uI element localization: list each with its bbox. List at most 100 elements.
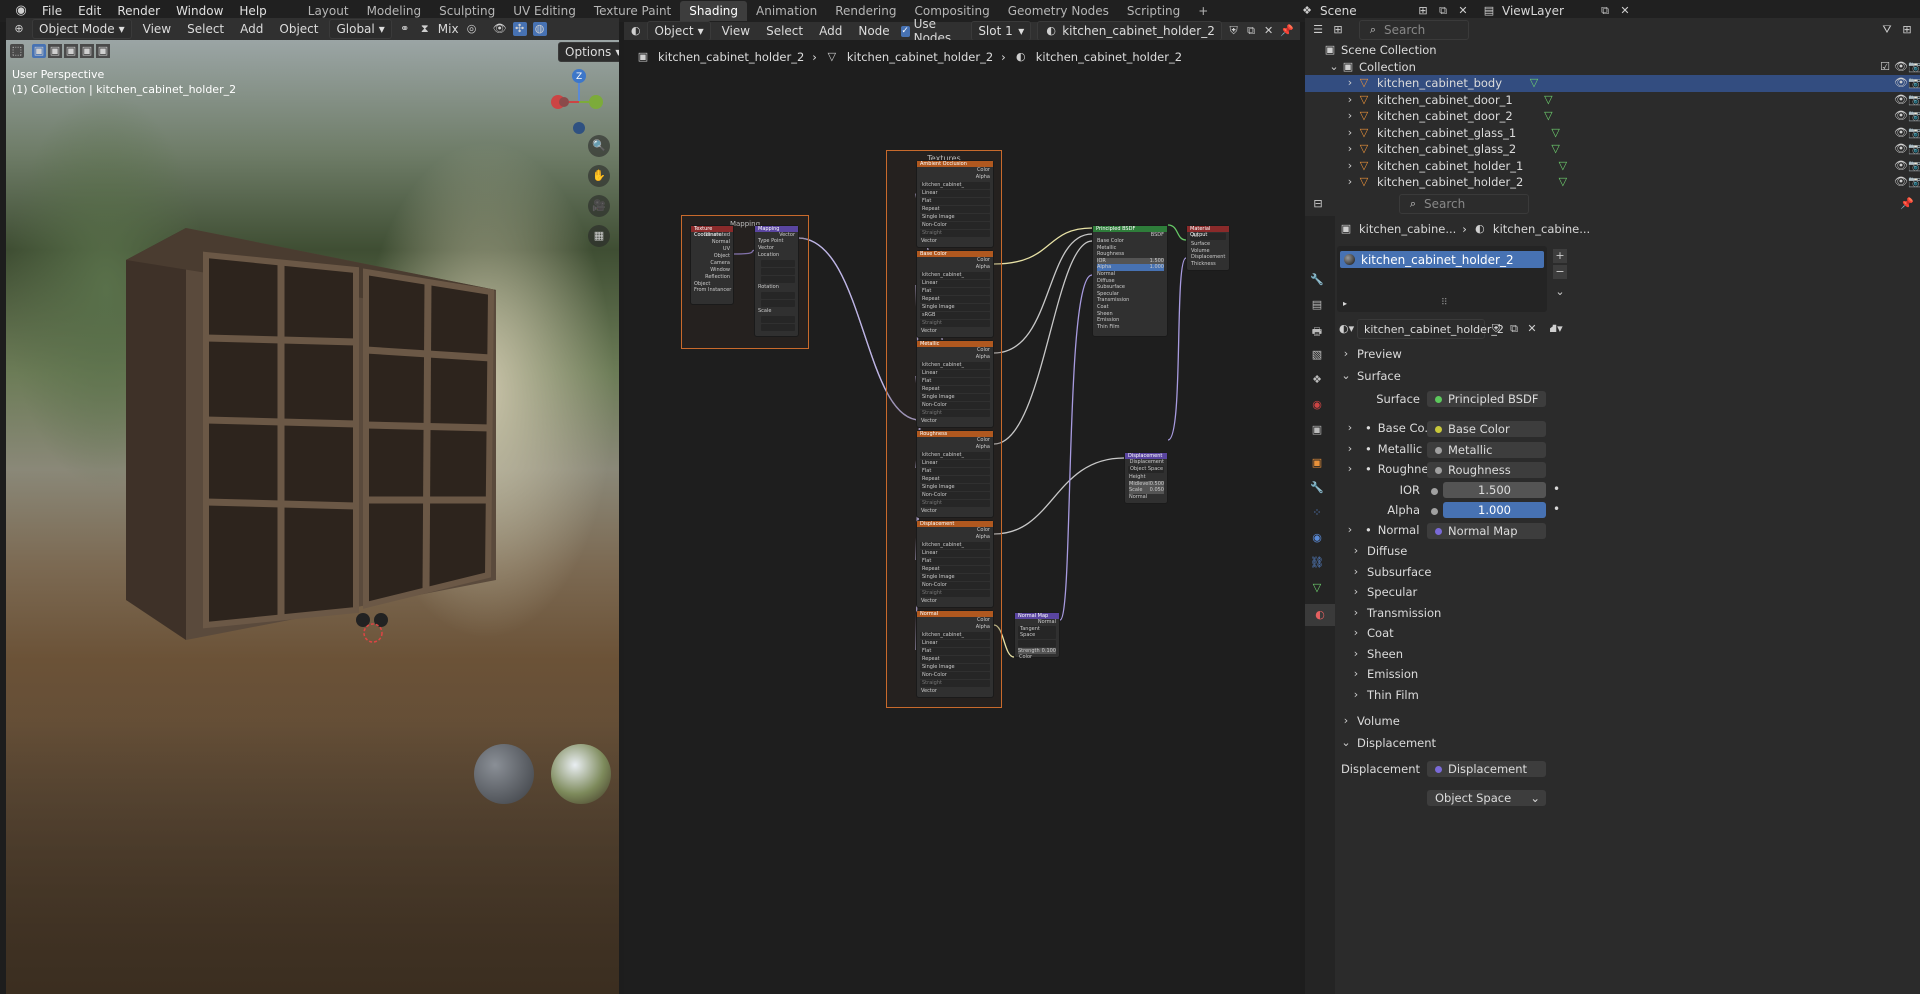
outliner-row[interactable]: › ▽ kitchen_cabinet_glass_2 ▽ 👁 📷 bbox=[1305, 141, 1920, 158]
interpolation-dropdown[interactable]: Linear bbox=[920, 370, 990, 377]
subpanel-label[interactable]: Subsurface bbox=[1097, 284, 1167, 291]
eye-icon[interactable]: 👁 bbox=[1894, 126, 1908, 140]
source-dropdown[interactable]: Single Image bbox=[920, 214, 990, 221]
select-tool-icon[interactable]: ⬚ bbox=[10, 44, 24, 58]
alpha-mode-dropdown[interactable]: Straight bbox=[920, 590, 990, 597]
node-editor-canvas[interactable]: ▣ kitchen_cabinet_holder_2 › ▽ kitchen_c… bbox=[624, 40, 1300, 994]
extension-dropdown[interactable]: Repeat bbox=[920, 476, 990, 483]
mode-dropdown[interactable]: Object Mode ▾ bbox=[32, 19, 132, 39]
world-icon[interactable]: ◉ bbox=[1309, 398, 1325, 414]
scale-field[interactable]: Scale 0.050 bbox=[1129, 487, 1164, 494]
image-texture-node[interactable]: Displacement Color Alpha kitchen_cabinet_ Li… bbox=[916, 520, 994, 608]
location-y-field[interactable] bbox=[761, 268, 795, 275]
select-new-icon[interactable]: ▣ bbox=[32, 44, 46, 58]
keyframe-dot-icon[interactable]: • bbox=[1553, 482, 1560, 496]
mapping-node[interactable]: Mapping Vector Type Point Vector Locatio… bbox=[754, 225, 799, 337]
projection-dropdown[interactable]: Flat bbox=[920, 558, 990, 565]
ior-field[interactable]: 1.500 bbox=[1443, 482, 1546, 498]
alpha-field[interactable]: Alpha 1.000 bbox=[1097, 264, 1164, 271]
pin-icon[interactable]: 📌 bbox=[1280, 24, 1294, 38]
scene-new-icon[interactable]: ⧉ bbox=[1436, 4, 1450, 18]
source-dropdown[interactable]: Single Image bbox=[920, 574, 990, 581]
source-dropdown[interactable]: Single Image bbox=[920, 304, 990, 311]
scene-name[interactable]: Scene bbox=[1320, 4, 1410, 18]
unlink-icon[interactable]: ✕ bbox=[1263, 24, 1274, 38]
proportional-edit-icon[interactable]: ◎ bbox=[465, 22, 479, 36]
select-invert-icon[interactable]: ▣ bbox=[80, 44, 94, 58]
menu-view[interactable]: View bbox=[717, 24, 755, 38]
surface-shader-field[interactable]: Principled BSDF bbox=[1427, 391, 1546, 407]
camera-render-icon[interactable]: 📷 bbox=[1908, 175, 1920, 189]
volume-panel-header[interactable]: › Volume bbox=[1339, 714, 1400, 728]
tab-animation[interactable]: Animation bbox=[747, 1, 826, 21]
viewlayer-icon[interactable]: ▤ bbox=[1482, 4, 1496, 18]
expand-chevron-icon[interactable]: › bbox=[1343, 109, 1357, 123]
colorspace-dropdown[interactable]: Non-Color bbox=[920, 492, 990, 499]
camera-render-icon[interactable]: 📷 bbox=[1908, 159, 1920, 173]
alpha-mode-dropdown[interactable]: Straight bbox=[920, 230, 990, 237]
texture-coordinate-node[interactable]: Texture Coordinate Generated Normal UV O… bbox=[690, 225, 734, 305]
image-selector[interactable]: kitchen_cabinet_ bbox=[920, 272, 990, 279]
base-color-row[interactable]: › • Base Co... bbox=[1343, 421, 1436, 435]
camera-render-icon[interactable]: 📷 bbox=[1908, 76, 1920, 90]
image-selector[interactable]: kitchen_cabinet_ bbox=[920, 362, 990, 369]
material-output-node[interactable]: Material Output All Surface Volume Displ… bbox=[1186, 225, 1230, 271]
scale-x-field[interactable] bbox=[761, 316, 795, 323]
menu-window[interactable]: Window bbox=[168, 4, 231, 18]
roughness-field[interactable]: Roughness bbox=[1427, 462, 1546, 478]
alpha-field[interactable]: 1.000 bbox=[1443, 502, 1546, 518]
tab-scripting[interactable]: Scripting bbox=[1118, 1, 1189, 21]
displacement-node[interactable]: Displacement Displacement Object Space H… bbox=[1124, 452, 1168, 504]
physics-icon[interactable]: ◉ bbox=[1309, 531, 1325, 547]
projection-dropdown[interactable]: Flat bbox=[920, 378, 990, 385]
eye-icon[interactable]: 👁 bbox=[1894, 159, 1908, 173]
menu-node[interactable]: Node bbox=[853, 24, 894, 38]
data-mesh-icon[interactable]: ▽ bbox=[1309, 581, 1325, 597]
outliner-row[interactable]: › ▽ kitchen_cabinet_door_2 ▽ 👁 📷 bbox=[1305, 108, 1920, 125]
gizmo-icon[interactable]: ✣ bbox=[512, 22, 527, 36]
colorspace-dropdown[interactable]: Non-Color bbox=[920, 402, 990, 409]
unlink-icon[interactable]: ✕ bbox=[1525, 322, 1539, 336]
extension-dropdown[interactable]: Repeat bbox=[920, 386, 990, 393]
mesh-data-icon[interactable]: ▽ bbox=[1541, 109, 1555, 123]
fake-user-shield-icon[interactable]: ⛨ bbox=[1489, 322, 1503, 336]
subpanel-header[interactable]: › Subsurface bbox=[1349, 565, 1432, 579]
subpanel-header[interactable]: › Coat bbox=[1349, 626, 1394, 640]
expand-chevron-icon[interactable]: › bbox=[1343, 159, 1357, 173]
displacement-field[interactable]: Displacement bbox=[1427, 761, 1546, 777]
location-z-field[interactable] bbox=[761, 276, 795, 283]
material-name-field[interactable]: kitchen_cabinet_holder_2 bbox=[1357, 319, 1504, 339]
pan-hand-icon[interactable]: ✋ bbox=[588, 165, 610, 187]
editor-type-icon[interactable]: ☰ bbox=[1311, 23, 1325, 37]
camera-render-icon[interactable]: 📷 bbox=[1908, 93, 1920, 107]
menu-edit[interactable]: Edit bbox=[70, 4, 109, 18]
outliner-row[interactable]: › ▽ kitchen_cabinet_holder_2 ▽ 👁 📷 bbox=[1305, 174, 1920, 191]
eye-icon[interactable]: 👁 bbox=[1894, 93, 1908, 107]
rotation-x-field[interactable] bbox=[761, 292, 795, 299]
menu-add[interactable]: Add bbox=[814, 24, 847, 38]
resize-handle-icon[interactable]: ⠿ bbox=[1441, 298, 1448, 308]
uv-map-field[interactable] bbox=[1018, 640, 1056, 647]
camera-render-icon[interactable]: 📷 bbox=[1908, 142, 1920, 156]
displacement-panel-header[interactable]: ⌄ Displacement bbox=[1339, 736, 1436, 750]
tool-icon[interactable]: 🔧 bbox=[1309, 273, 1325, 289]
from-instancer-checkbox[interactable]: From Instancer bbox=[691, 287, 733, 293]
fake-user-shield-icon[interactable]: ⛨ bbox=[1228, 24, 1239, 38]
projection-dropdown[interactable]: Flat bbox=[920, 468, 990, 475]
eye-icon[interactable]: 👁 bbox=[1894, 109, 1908, 123]
mesh-data-icon[interactable]: ▽ bbox=[1556, 175, 1570, 189]
scene-browse-icon[interactable]: ⊞ bbox=[1416, 4, 1430, 18]
keyframe-dot-icon[interactable]: • bbox=[1553, 502, 1560, 516]
projection-dropdown[interactable]: Flat bbox=[920, 648, 990, 655]
image-selector[interactable]: kitchen_cabinet_ bbox=[920, 182, 990, 189]
normal-field[interactable]: Normal Map bbox=[1427, 523, 1546, 539]
roughness-row[interactable]: › • Roughne... bbox=[1343, 462, 1440, 476]
extension-dropdown[interactable]: Repeat bbox=[920, 656, 990, 663]
duplicate-icon[interactable]: ⧉ bbox=[1507, 322, 1521, 336]
camera-icon[interactable]: 🎥 bbox=[588, 195, 610, 217]
filter-icon[interactable]: ⛛ bbox=[1880, 23, 1894, 37]
menu-help[interactable]: Help bbox=[231, 4, 274, 18]
mesh-data-icon[interactable]: ▽ bbox=[1527, 76, 1541, 90]
navigation-gizmo[interactable]: Z bbox=[544, 66, 614, 146]
add-workspace-button[interactable]: + bbox=[1189, 1, 1217, 21]
